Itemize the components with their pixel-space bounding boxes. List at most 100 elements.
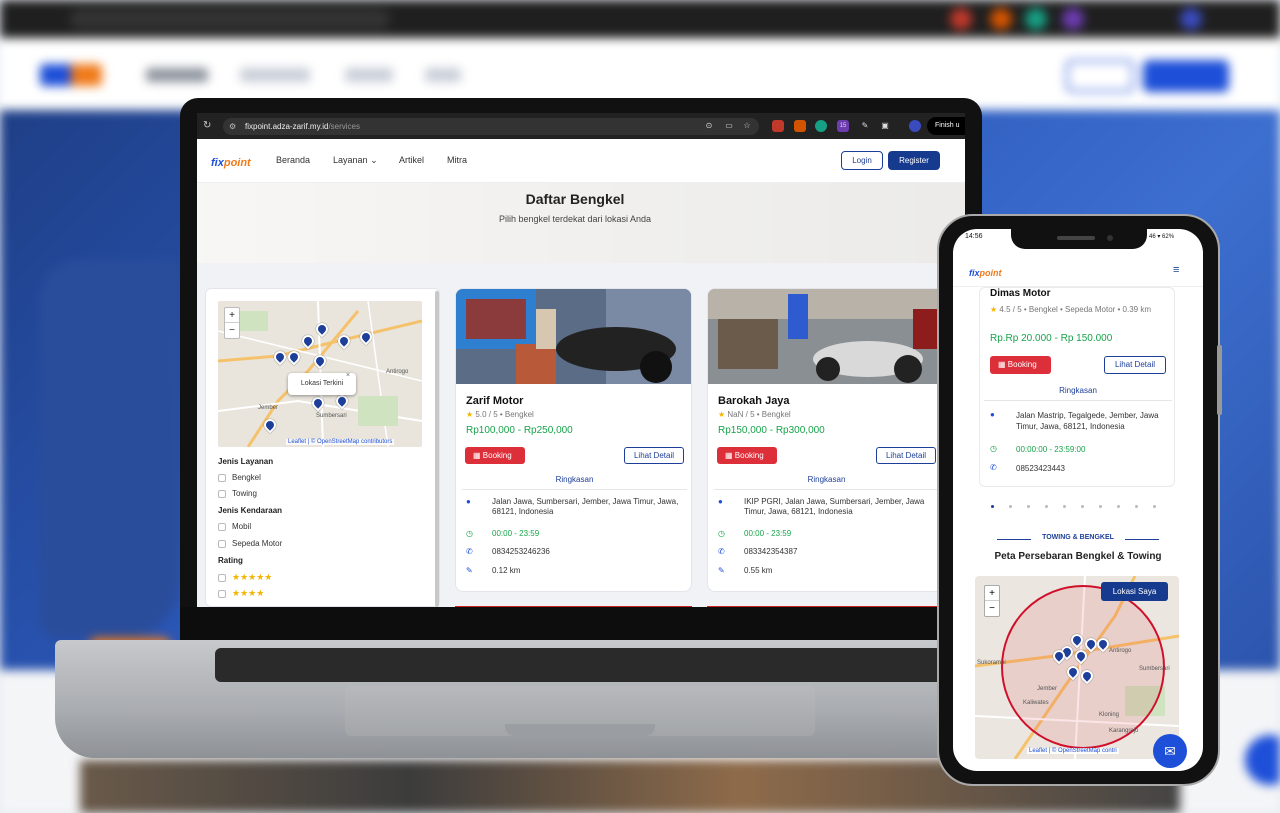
extension-badge-icon[interactable]: 15 — [837, 120, 849, 132]
phone-notch — [1011, 229, 1147, 249]
background-url-bar — [70, 9, 390, 29]
card-rating: ★ 4.5 / 5 • Bengkel • Sepeda Motor • 0.3… — [990, 305, 1152, 314]
filter-map[interactable]: + − Lokasi Terkini × Antirogo Jember Sumb… — [218, 301, 422, 447]
zoom-in-button[interactable]: + — [225, 308, 239, 323]
extension-teal-icon[interactable] — [815, 120, 827, 132]
filter-option-sepeda-motor[interactable]: Sepeda Motor — [218, 539, 282, 548]
page-title: Daftar Bengkel — [525, 191, 625, 207]
status-time: 14:56 — [965, 233, 983, 240]
phone-screen: 14:56 46 ▾ 62% fixpoint ≡ Dimas Motor ★ … — [953, 229, 1203, 771]
zoom-in-button[interactable]: + — [985, 586, 999, 601]
filter-option-rating-4[interactable]: ★★★★ — [218, 588, 264, 599]
workshop-photo — [708, 289, 943, 384]
status-indicators: 46 ▾ 62% — [1149, 234, 1175, 240]
checkbox[interactable] — [218, 539, 226, 548]
background-browser-bar — [0, 0, 1280, 38]
bookmark-star-icon[interactable]: ☆ — [741, 120, 753, 132]
filter-section-rating: Rating — [218, 556, 243, 565]
clock-icon: ◷ — [718, 529, 725, 538]
detail-button[interactable]: Lihat Detail — [876, 447, 936, 464]
page-hero: Daftar Bengkel Pilih bengkel terdekat da… — [197, 183, 965, 263]
register-button[interactable]: Register — [888, 151, 940, 170]
nav-artikel[interactable]: Artikel — [399, 155, 424, 165]
map-attribution: Leaflet | © OpenStreetMap contributors — [286, 439, 395, 445]
filter-section-service: Jenis Layanan — [218, 457, 274, 466]
location-pin-icon: ● — [990, 410, 995, 419]
reload-icon[interactable]: ↻ — [203, 120, 215, 132]
carousel-dots[interactable] — [991, 505, 1171, 509]
finish-update-button[interactable]: Finish u — [927, 117, 965, 135]
card-price: Rp.Rp 20.000 - Rp 150.000 — [990, 333, 1113, 344]
background-logo — [40, 64, 102, 86]
my-location-button[interactable]: Lokasi Saya — [1101, 582, 1168, 601]
booking-button[interactable]: ▦ Booking — [990, 356, 1051, 374]
checkbox[interactable] — [218, 473, 226, 482]
address-text: fixpoint.adza-zarif.my.id/services — [245, 122, 360, 131]
extension-orange-icon[interactable] — [794, 120, 806, 132]
map-place-label: Kloning — [1099, 712, 1120, 718]
calendar-icon: ▦ — [998, 360, 1006, 369]
map-place-label: Sumbersari — [316, 413, 347, 419]
login-button[interactable]: Login — [841, 151, 883, 170]
filter-panel: + − Lokasi Terkini × Antirogo Jember Sumb… — [205, 288, 440, 607]
section-tag: TOWING & BENGKEL — [1042, 534, 1114, 541]
page-subtitle: Pilih bengkel terdekat dari lokasi Anda — [498, 214, 652, 224]
route-icon: ✎ — [466, 566, 473, 575]
filter-option-towing[interactable]: Towing — [218, 489, 257, 498]
checkbox[interactable] — [218, 573, 226, 582]
card-title: Dimas Motor — [990, 288, 1051, 299]
service-card: Zarif Motor ★ 5.0 / 5 • Bengkel Rp100,00… — [455, 288, 692, 592]
filter-option-mobil[interactable]: Mobil — [218, 522, 251, 531]
distribution-map[interactable]: Sukorambi Jember Kaliwates Kloning Antir… — [975, 576, 1179, 759]
site-logo[interactable]: fixpoint — [969, 263, 1002, 281]
star-icon: ★ — [990, 305, 998, 314]
extensions-puzzle-icon[interactable]: ▣ — [879, 120, 891, 132]
map-place-label: Sumbersari — [1139, 666, 1170, 672]
card-rating: ★ 5.0 / 5 • Bengkel — [466, 410, 534, 419]
checkbox[interactable] — [218, 522, 226, 531]
detail-button[interactable]: Lihat Detail — [624, 447, 684, 464]
map-place-label: Jember — [1037, 686, 1058, 692]
checkbox[interactable] — [218, 489, 226, 498]
card-title: Barokah Jaya — [718, 395, 790, 407]
star-icon: ★ — [466, 410, 474, 419]
profile-avatar-icon[interactable] — [909, 120, 921, 132]
map-zoom-control[interactable]: + − — [984, 585, 1000, 617]
nav-mitra[interactable]: Mitra — [447, 155, 467, 165]
checkbox[interactable] — [218, 589, 226, 598]
filter-option-bengkel[interactable]: Bengkel — [218, 473, 261, 482]
map-attribution: Leaflet | © OpenStreetMap contri — [1027, 748, 1119, 754]
summary-link[interactable]: Ringkasan — [456, 475, 691, 484]
booking-button[interactable]: ▦ Booking — [465, 447, 525, 464]
location-icon[interactable]: ⊙ — [703, 120, 715, 132]
summary-link[interactable]: Ringkasan — [980, 386, 1176, 395]
star-rating-icon: ★★★★★ — [232, 572, 273, 582]
filter-scrollbar[interactable] — [435, 291, 439, 607]
map-zoom-control[interactable]: + − — [224, 307, 240, 339]
phone-navbar: fixpoint ≡ — [953, 251, 1203, 287]
cast-icon[interactable]: ▭ — [723, 120, 735, 132]
site-logo[interactable]: fixpoint — [211, 153, 251, 169]
zoom-out-button[interactable]: − — [985, 601, 999, 616]
map-place-label: Antirogo — [386, 369, 409, 375]
address-bar[interactable]: ⚙ fixpoint.adza-zarif.my.id/services — [223, 118, 759, 135]
detail-button[interactable]: Lihat Detail — [1104, 356, 1166, 374]
hamburger-menu-icon[interactable]: ≡ — [1173, 264, 1179, 276]
summary-link[interactable]: Ringkasan — [708, 475, 943, 484]
background-login-button — [1066, 60, 1134, 92]
site-info-icon[interactable]: ⚙ — [229, 122, 239, 131]
extension-red-icon[interactable] — [772, 120, 784, 132]
popup-close-icon[interactable]: × — [346, 372, 350, 379]
chat-icon[interactable]: ✉ — [1153, 734, 1187, 768]
service-card: Dimas Motor ★ 4.5 / 5 • Bengkel • Sepeda… — [979, 287, 1175, 487]
nav-beranda[interactable]: Beranda — [276, 155, 310, 165]
phone-icon: ✆ — [990, 463, 997, 472]
filter-option-rating-5[interactable]: ★★★★★ — [218, 572, 272, 583]
route-icon: ✎ — [718, 566, 725, 575]
location-pin-icon: ● — [466, 497, 471, 506]
nav-layanan[interactable]: Layanan ⌄ — [333, 155, 378, 166]
booking-button[interactable]: ▦ Booking — [717, 447, 777, 464]
pen-icon[interactable]: ✎ — [859, 120, 871, 132]
zoom-out-button[interactable]: − — [225, 323, 239, 338]
section-title: Peta Persebaran Bengkel & Towing — [994, 551, 1162, 562]
